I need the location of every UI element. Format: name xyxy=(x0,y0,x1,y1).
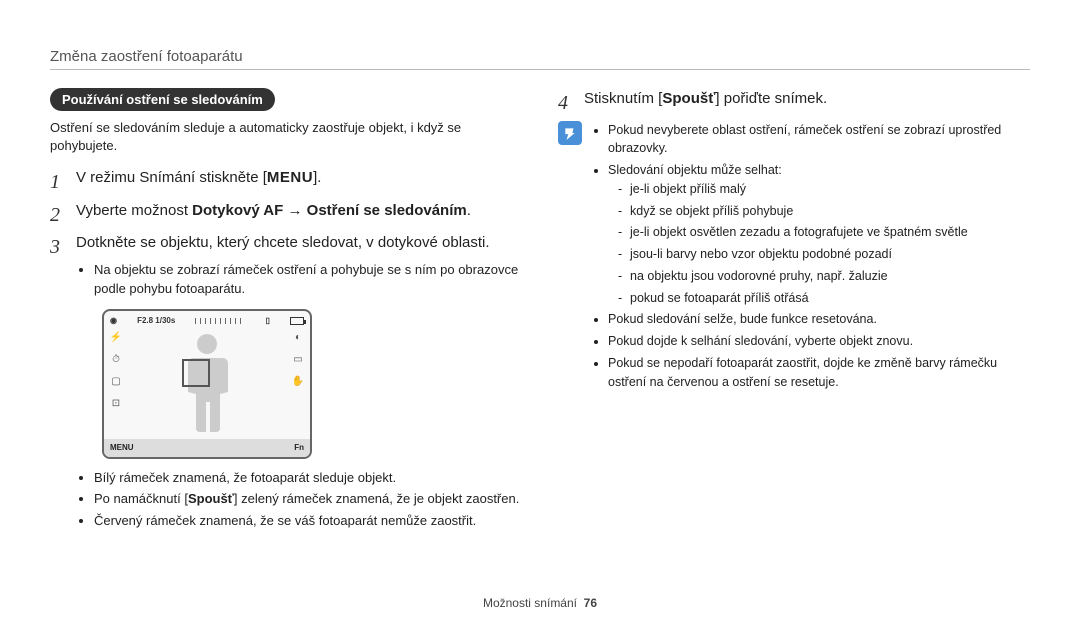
left-column: Používání ostření se sledováním Ostření … xyxy=(50,88,522,541)
note-2: Sledování objektu může selhat: je-li obj… xyxy=(608,161,1030,307)
step1-post: ]. xyxy=(313,169,321,186)
step-2: Vyberte možnost Dotykový AF → Ostření se… xyxy=(50,200,522,223)
step3-sub1: Na objektu se zobrazí rámeček ostření a … xyxy=(94,261,522,299)
note-4: Pokud dojde k selhání sledování, vyberte… xyxy=(608,332,1030,351)
quality-icon: ◐ xyxy=(290,331,306,345)
note-2a: je-li objekt příliš malý xyxy=(618,180,1030,199)
under2-pre: Po namáčknutí [ xyxy=(94,491,188,506)
step-1: V režimu Snímání stiskněte [MENU]. xyxy=(50,167,522,190)
step2-arrow: → xyxy=(283,202,306,219)
footer-page: 76 xyxy=(584,596,597,610)
exposure-scale-icon xyxy=(195,318,245,324)
menu-icon-label: MENU xyxy=(267,169,313,186)
camera-screen-frame: ◉ F2.8 1/30s ▯ ⚡ ⏱ ▢ ⊡ xyxy=(102,309,312,459)
under2-post: ] zelený rámeček znamená, že je objekt z… xyxy=(234,491,519,506)
step-3: Dotkněte se objektu, který chcete sledov… xyxy=(50,232,522,531)
note-2f: pokud se fotoaparát příliš otřásá xyxy=(618,289,1030,308)
fn-button-label: Fn xyxy=(294,442,304,454)
right-column: Stisknutím [Spoušť] pořiďte snímek. Poku… xyxy=(558,88,1030,541)
step3-sublist: Na objektu se zobrazí rámeček ostření a … xyxy=(76,261,522,299)
page-footer: Možnosti snímání 76 xyxy=(0,596,1080,610)
size-icon: ▭ xyxy=(290,353,306,367)
step-4: Stisknutím [Spoušť] pořiďte snímek. xyxy=(558,88,1030,111)
camera-bottom-bar: MENU Fn xyxy=(104,439,310,457)
stabilizer-icon: ✋ xyxy=(290,375,306,389)
content-columns: Používání ostření se sledováním Ostření … xyxy=(50,88,1030,541)
step4-post: ] pořiďte snímek. xyxy=(715,90,827,107)
intro-text: Ostření se sledováním sleduje a automati… xyxy=(50,119,522,155)
step1-pre: V režimu Snímání stiskněte [ xyxy=(76,169,267,186)
note-2-text: Sledování objektu může selhat: xyxy=(608,163,782,177)
header-rule xyxy=(50,69,1030,70)
step2-pre: Vyberte možnost xyxy=(76,202,192,219)
battery-icon xyxy=(290,317,304,325)
camera-screenshot: ◉ F2.8 1/30s ▯ ⚡ ⏱ ▢ ⊡ xyxy=(102,309,522,459)
step2-b2: Ostření se sledováním xyxy=(307,202,467,219)
focus-rectangle xyxy=(182,359,210,387)
note-2-sublist: je-li objekt příliš malý když se objekt … xyxy=(608,180,1030,308)
step2-b1: Dotykový AF xyxy=(192,202,283,219)
focus-mode-icon: ▢ xyxy=(108,375,124,389)
under-item-3: Červený rámeček znamená, že se váš fotoa… xyxy=(94,512,522,531)
menu-button-label: MENU xyxy=(110,442,134,454)
mode-icon: ◉ xyxy=(110,315,117,327)
footer-section: Možnosti snímání xyxy=(483,596,577,610)
note-2e: na objektu jsou vodorovné pruhy, např. ž… xyxy=(618,267,1030,286)
step4-b: Spoušť xyxy=(662,90,715,107)
note-2d: jsou-li barvy nebo vzor objektu podobné … xyxy=(618,245,1030,264)
camera-right-icons: ◐ ▭ ✋ xyxy=(290,331,306,389)
page-heading: Změna zaostření fotoaparátu xyxy=(50,48,1030,65)
note-3: Pokud sledování selže, bude funkce reset… xyxy=(608,310,1030,329)
note-box: Pokud nevyberete oblast ostření, rámeček… xyxy=(558,121,1030,395)
aperture-label: F2.8 1/30s xyxy=(137,315,175,327)
flash-icon: ⚡ xyxy=(108,331,124,345)
timer-icon: ⏱ xyxy=(108,353,124,367)
storage-icon: ▯ xyxy=(265,315,269,327)
note-content: Pokud nevyberete oblast ostření, rámeček… xyxy=(592,121,1030,395)
step3-text: Dotkněte se objektu, který chcete sledov… xyxy=(76,234,490,251)
step4-pre: Stisknutím [ xyxy=(584,90,662,107)
note-1: Pokud nevyberete oblast ostření, rámeček… xyxy=(608,121,1030,159)
under-screen-list: Bílý rámeček znamená, že fotoaparát sled… xyxy=(76,469,522,532)
under-item-1: Bílý rámeček znamená, že fotoaparát sled… xyxy=(94,469,522,488)
section-pill: Používání ostření se sledováním xyxy=(50,88,275,111)
steps-list-left: V režimu Snímání stiskněte [MENU]. Vyber… xyxy=(50,167,522,531)
step2-post: . xyxy=(467,202,471,219)
steps-list-right: Stisknutím [Spoušť] pořiďte snímek. xyxy=(558,88,1030,111)
af-area-icon: ⊡ xyxy=(108,397,124,411)
note-2c: je-li objekt osvětlen zezadu a fotografu… xyxy=(618,223,1030,242)
camera-left-icons: ⚡ ⏱ ▢ ⊡ xyxy=(108,331,124,411)
note-2b: když se objekt příliš pohybuje xyxy=(618,202,1030,221)
info-note-icon xyxy=(558,121,582,145)
note-5: Pokud se nepodaří fotoaparát zaostřit, d… xyxy=(608,354,1030,392)
under2-b: Spoušť xyxy=(188,491,234,506)
under-item-2: Po namáčknutí [Spoušť] zelený rámeček zn… xyxy=(94,490,522,509)
